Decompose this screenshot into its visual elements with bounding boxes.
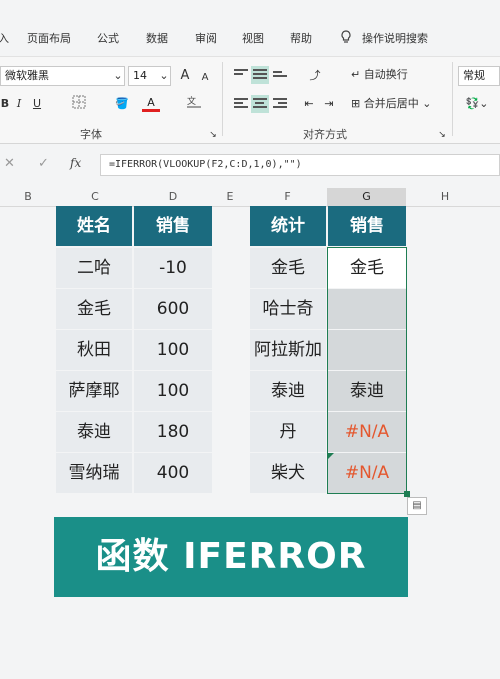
- table-cell[interactable]: 100: [134, 371, 212, 411]
- font-color-icon[interactable]: A: [142, 94, 160, 112]
- table-cell[interactable]: 金毛: [56, 289, 132, 329]
- table-cell[interactable]: 泰迪: [250, 371, 326, 411]
- italic-button[interactable]: I: [12, 95, 26, 113]
- currency-format-icon[interactable]: 💱⌄: [462, 95, 492, 113]
- merge-center-button[interactable]: ⊞ 合并后居中 ⌄: [351, 95, 443, 113]
- error-indicator-icon: [328, 453, 334, 459]
- ribbon-separator: [452, 62, 453, 136]
- column-header-b[interactable]: B: [0, 188, 56, 206]
- column-header-e[interactable]: E: [212, 188, 248, 206]
- menu-tab-page-layout[interactable]: 页面布局: [27, 30, 71, 46]
- lightbulb-icon: [340, 30, 352, 47]
- table-cell[interactable]: 泰迪: [56, 412, 132, 452]
- table-cell[interactable]: 600: [134, 289, 212, 329]
- underline-button[interactable]: U: [30, 95, 44, 113]
- align-left-icon[interactable]: [232, 95, 250, 113]
- chevron-down-icon[interactable]: ⌄: [112, 67, 124, 85]
- align-top-icon[interactable]: [232, 66, 250, 84]
- menu-tab-data[interactable]: 数据: [146, 30, 168, 46]
- quick-analysis-icon[interactable]: ▤: [407, 497, 427, 515]
- grow-font-button[interactable]: A: [177, 67, 193, 85]
- menu-tab-help[interactable]: 帮助: [290, 30, 312, 46]
- table-cell[interactable]: 哈士奇: [250, 289, 326, 329]
- orientation-icon[interactable]: ⤴: [303, 67, 327, 85]
- ribbon-separator: [222, 62, 223, 136]
- font-group-label: 字体: [80, 128, 102, 141]
- table-cell[interactable]: [328, 330, 406, 370]
- search-tell-me[interactable]: 操作说明搜索: [362, 30, 428, 46]
- table-cell[interactable]: 雪纳瑞: [56, 453, 132, 493]
- align-center-icon[interactable]: [251, 95, 269, 113]
- column-header-c[interactable]: C: [56, 188, 134, 206]
- increase-indent-icon[interactable]: ⇥: [320, 95, 338, 113]
- menu-tab-partial[interactable]: 入: [0, 30, 9, 46]
- table-header-stat[interactable]: 统计: [250, 206, 326, 246]
- shrink-font-button[interactable]: A: [198, 69, 212, 87]
- error-cell[interactable]: #N/A: [328, 453, 406, 493]
- menu-tab-review[interactable]: 审阅: [195, 30, 217, 46]
- table-header-sales[interactable]: 销售: [328, 206, 406, 246]
- table-cell[interactable]: 萨摩耶: [56, 371, 132, 411]
- formula-input[interactable]: =IFERROR(VLOOKUP(F2,C:D,1,0),""): [100, 154, 500, 176]
- table-cell[interactable]: 金毛: [250, 248, 326, 288]
- font-name-select[interactable]: 微软雅黑: [0, 66, 125, 86]
- table-cell[interactable]: 100: [134, 330, 212, 370]
- column-header-d[interactable]: D: [134, 188, 212, 206]
- menu-tab-view[interactable]: 视图: [242, 30, 264, 46]
- align-bottom-icon[interactable]: [271, 66, 289, 84]
- table-header-sales[interactable]: 销售: [134, 206, 212, 246]
- confirm-icon[interactable]: ✓: [38, 156, 49, 171]
- table-header-name[interactable]: 姓名: [56, 206, 132, 246]
- menu-bar: 入 页面布局 公式 数据 审阅 视图 帮助 操作说明搜索: [0, 0, 500, 56]
- table-cell[interactable]: 柴犬: [250, 453, 326, 493]
- bold-button[interactable]: B: [0, 95, 12, 113]
- column-header-g[interactable]: G: [327, 188, 406, 206]
- error-cell[interactable]: #N/A: [328, 412, 406, 452]
- wrap-text-button[interactable]: ↵ 自动换行: [351, 66, 421, 84]
- column-header-f[interactable]: F: [248, 188, 327, 206]
- table-cell[interactable]: 秋田: [56, 330, 132, 370]
- phonetic-icon[interactable]: 文: [183, 95, 205, 115]
- title-banner: 函数 IFERROR: [54, 517, 408, 597]
- svg-text:文: 文: [187, 95, 196, 107]
- active-cell[interactable]: 金毛: [328, 248, 406, 288]
- cancel-icon[interactable]: ✕: [4, 156, 15, 171]
- table-cell[interactable]: 泰迪: [328, 371, 406, 411]
- table-cell[interactable]: -10: [134, 248, 212, 288]
- borders-icon[interactable]: [70, 95, 88, 115]
- align-middle-icon[interactable]: [251, 66, 269, 84]
- dialog-launcher-icon[interactable]: ↘: [436, 126, 448, 144]
- table-cell[interactable]: [328, 289, 406, 329]
- table-cell[interactable]: 阿拉斯加: [250, 330, 326, 370]
- fill-color-icon[interactable]: 🪣: [113, 95, 131, 113]
- decrease-indent-icon[interactable]: ⇤: [300, 95, 318, 113]
- insert-function-icon[interactable]: fx: [70, 156, 81, 170]
- dialog-launcher-icon[interactable]: ↘: [207, 126, 219, 144]
- formula-bar: ✕ ✓ fx =IFERROR(VLOOKUP(F2,C:D,1,0),""): [0, 150, 500, 180]
- column-header-h[interactable]: H: [406, 188, 484, 206]
- menu-tab-formulas[interactable]: 公式: [97, 30, 119, 46]
- table-cell[interactable]: 二哈: [56, 248, 132, 288]
- table-cell[interactable]: 丹: [250, 412, 326, 452]
- table-cell[interactable]: 400: [134, 453, 212, 493]
- align-right-icon[interactable]: [271, 95, 289, 113]
- number-format-select[interactable]: 常规: [458, 66, 500, 86]
- alignment-group-label: 对齐方式: [303, 128, 347, 141]
- table-cell[interactable]: 180: [134, 412, 212, 452]
- chevron-down-icon[interactable]: ⌄: [158, 67, 170, 85]
